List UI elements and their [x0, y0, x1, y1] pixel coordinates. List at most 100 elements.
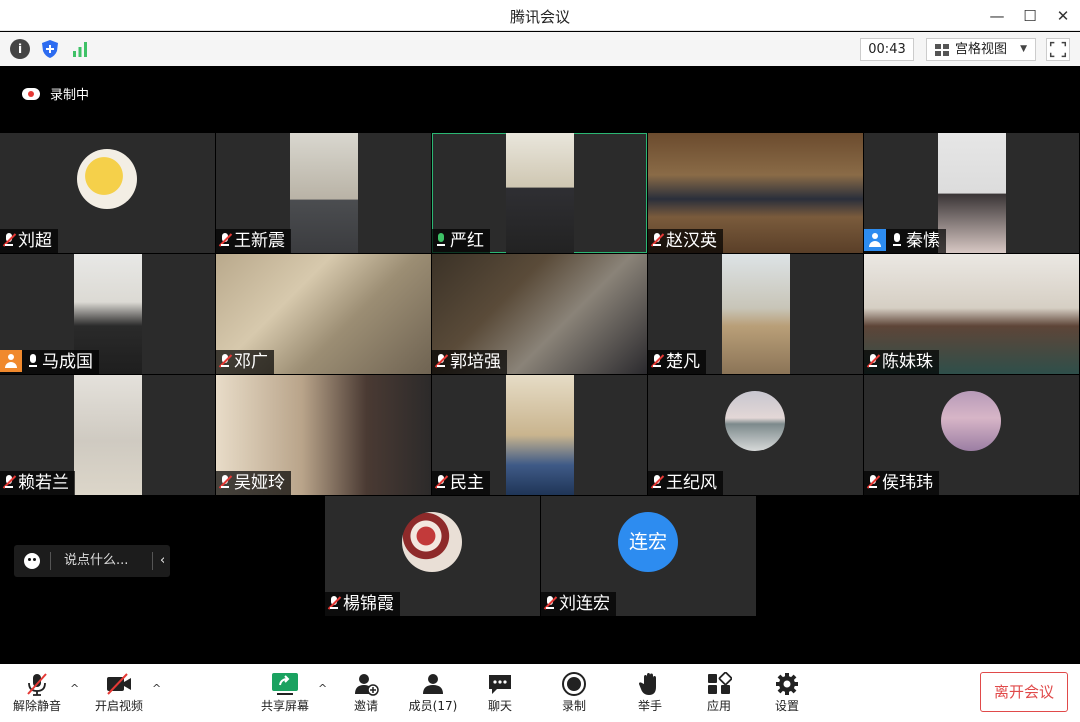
participant-tile[interactable]: 民主 [432, 375, 647, 495]
participant-name: 吴娅玲 [234, 473, 285, 493]
mic-muted-icon [650, 474, 665, 490]
participant-name-tag: 民主 [432, 471, 490, 495]
participant-tile[interactable]: 吴娅玲 [216, 375, 431, 495]
participant-tile[interactable]: 郭培强 [432, 254, 647, 374]
bottom-toolbar: 解除静音 ^ 开启视频 ^ 共享屏幕 ^ 邀请 成员(17) 聊天 录制 举手 … [0, 664, 1080, 722]
participant-tile[interactable]: 赵汉英 [648, 133, 863, 253]
raise-hand-button[interactable]: 举手 [615, 664, 685, 722]
participant-tile[interactable]: 连宏 刘连宏 [541, 496, 756, 616]
participant-tile[interactable]: 马成国 [0, 254, 215, 374]
close-button[interactable]: ✕ [1052, 5, 1074, 27]
signal-strength-icon[interactable] [70, 39, 90, 59]
title-bar: 腾讯会议 — ☐ ✕ [0, 0, 1080, 31]
avatar [402, 512, 462, 572]
mute-slash [650, 354, 665, 368]
mute-slash [327, 596, 342, 610]
chat-label: 聊天 [487, 699, 512, 713]
participant-name-tag: 刘连宏 [541, 592, 616, 616]
mic-muted-icon [218, 232, 233, 248]
settings-button[interactable]: 设置 [752, 664, 822, 722]
invite-button[interactable]: 邀请 [331, 664, 401, 722]
record-button[interactable]: 录制 [539, 664, 609, 722]
participant-name: 民主 [450, 473, 484, 493]
participant-name-tag: 王纪风 [648, 471, 723, 495]
chat-icon [489, 675, 511, 694]
participant-name: 刘超 [18, 231, 52, 251]
chat-input-box[interactable]: 说点什么... ‹ [14, 545, 170, 577]
person-badge-icon [864, 229, 886, 251]
members-button[interactable]: 成员(17) [398, 664, 468, 722]
mic-muted-icon [650, 232, 665, 248]
participant-name: 陈妹珠 [882, 352, 933, 372]
members-label: 成员(17) [408, 699, 458, 713]
start-video-button[interactable]: 开启视频 [84, 664, 154, 722]
mute-slash [2, 233, 17, 247]
participant-name: 楚凡 [666, 352, 700, 372]
mic-icon [26, 353, 40, 369]
participant-name: 楊锦霞 [343, 594, 394, 614]
mic-muted-icon [434, 474, 449, 490]
fullscreen-button[interactable] [1046, 38, 1070, 61]
mute-slash [866, 354, 881, 368]
share-screen-button[interactable]: 共享屏幕 [250, 664, 320, 722]
participant-tile[interactable]: 赖若兰 [0, 375, 215, 495]
emoji-icon[interactable] [24, 553, 40, 569]
mute-slash [650, 475, 665, 489]
mic-muted-icon [866, 353, 881, 369]
view-mode-select[interactable]: 宫格视图 ▼ [926, 38, 1036, 61]
participant-tile[interactable]: 王纪风 [648, 375, 863, 495]
participant-name-tag: 王新震 [216, 229, 291, 253]
mute-slash [218, 475, 233, 489]
raise-hand-icon [639, 673, 656, 695]
mic-muted-icon [543, 595, 558, 611]
raise-hand-label: 举手 [637, 699, 662, 713]
participant-tile[interactable]: 陈妹珠 [864, 254, 1079, 374]
audio-options-caret[interactable]: ^ [70, 682, 79, 695]
add-user-icon [355, 674, 379, 696]
start-video-label: 开启视频 [94, 699, 143, 713]
video-off-icon [107, 673, 131, 695]
participant-video [938, 133, 1006, 253]
participant-name: 秦愫 [906, 231, 940, 251]
apps-button[interactable]: 应用 [684, 664, 754, 722]
participant-tile[interactable]: 秦愫 [864, 133, 1079, 253]
participant-tile[interactable]: 楊锦霞 [325, 496, 540, 616]
participant-tile[interactable]: 王新震 [216, 133, 431, 253]
info-icon[interactable]: i [10, 39, 30, 59]
chat-placeholder[interactable]: 说点什么... [64, 545, 128, 577]
shield-icon[interactable] [40, 39, 60, 59]
participant-tile[interactable]: 楚凡 [648, 254, 863, 374]
chat-button[interactable]: 聊天 [465, 664, 535, 722]
participant-name-tag: 马成国 [0, 350, 99, 374]
participant-name-tag: 陈妹珠 [864, 350, 939, 374]
collapse-chat-icon[interactable]: ‹ [160, 545, 165, 577]
meeting-timer: 00:43 [860, 38, 914, 61]
mic-muted-icon [866, 474, 881, 490]
participant-tile[interactable]: 侯玮玮 [864, 375, 1079, 495]
record-label: 录制 [561, 699, 586, 713]
minimize-button[interactable]: — [986, 5, 1008, 27]
maximize-button[interactable]: ☐ [1019, 5, 1041, 27]
unmute-button[interactable]: 解除静音 [2, 664, 72, 722]
participant-name-tag: 严红 [432, 229, 490, 253]
mute-slash [434, 354, 449, 368]
participant-name: 刘连宏 [559, 594, 610, 614]
participant-name: 马成国 [42, 352, 93, 372]
participant-tile[interactable]: 邓广 [216, 254, 431, 374]
mute-slash [543, 596, 558, 610]
participant-name-tag: 郭培强 [432, 350, 507, 374]
share-options-caret[interactable]: ^ [318, 682, 327, 695]
participant-name-tag: 侯玮玮 [864, 471, 939, 495]
leave-meeting-button[interactable]: 离开会议 [980, 672, 1068, 712]
mic-muted-icon [434, 353, 449, 369]
participant-name: 邓广 [234, 352, 268, 372]
participant-name: 王新震 [234, 231, 285, 251]
participant-tile[interactable]: 严红 [432, 133, 647, 253]
divider [152, 552, 153, 570]
participant-video [506, 133, 574, 253]
participant-name-tag: 吴娅玲 [216, 471, 291, 495]
divider [50, 552, 51, 570]
participant-tile[interactable]: 刘超 [0, 133, 215, 253]
video-options-caret[interactable]: ^ [152, 682, 161, 695]
mute-slash [218, 233, 233, 247]
